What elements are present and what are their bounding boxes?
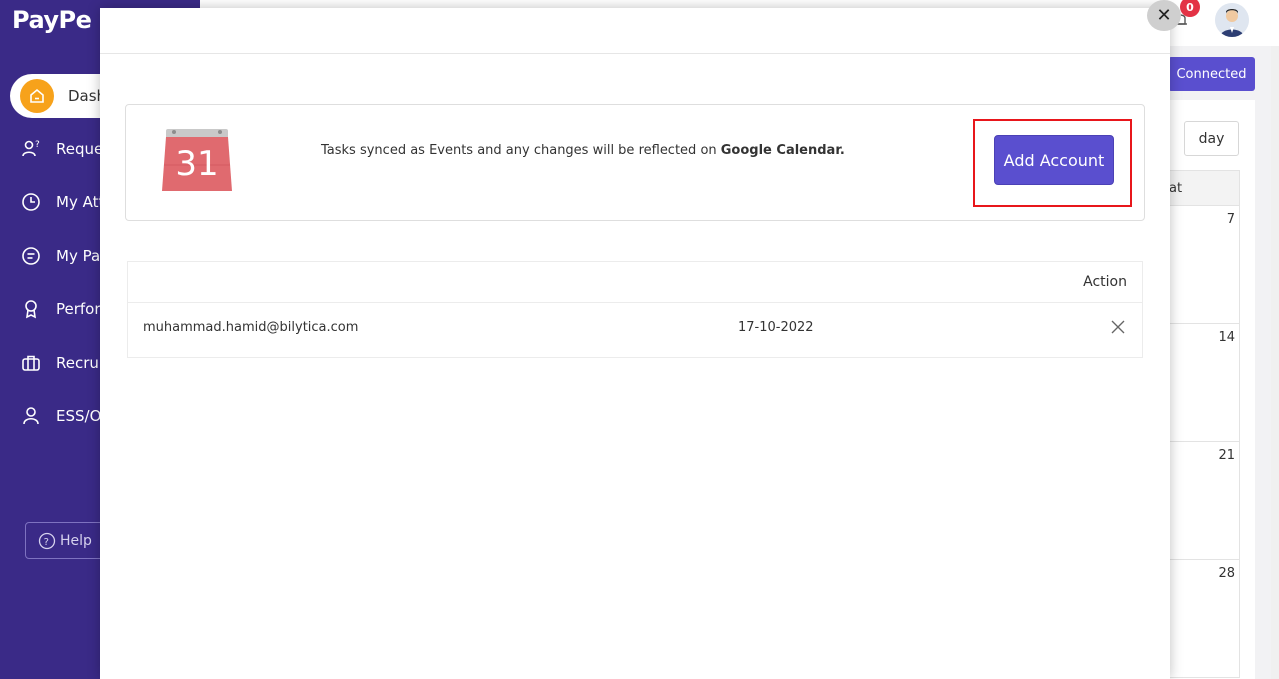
sync-description: Tasks synced as Events and any changes w… xyxy=(321,143,845,158)
sync-description-text: Tasks synced as Events and any changes w… xyxy=(321,143,721,158)
sidebar-item-label: Reque xyxy=(56,140,104,158)
close-icon: ✕ xyxy=(1156,5,1172,26)
calendar-column-header: at xyxy=(1160,170,1240,206)
sync-card: 31 Tasks synced as Events and any change… xyxy=(125,104,1145,221)
help-icon: ? xyxy=(38,532,56,550)
award-icon xyxy=(20,298,42,320)
calendar-sync-modal: 31 Tasks synced as Events and any change… xyxy=(100,8,1170,679)
document-icon xyxy=(20,245,42,267)
table-row: muhammad.hamid@bilytica.com 17-10-2022 xyxy=(128,303,1142,358)
action-column-header: Action xyxy=(1083,274,1127,290)
app-logo[interactable]: PayPe xyxy=(12,6,92,34)
briefcase-icon xyxy=(20,352,42,374)
user-question-icon: ? xyxy=(20,138,42,160)
connected-button[interactable]: Connected xyxy=(1168,57,1255,91)
add-account-button[interactable]: Add Account xyxy=(994,135,1114,185)
sync-description-target: Google Calendar. xyxy=(720,143,845,158)
help-label: Help xyxy=(60,532,92,549)
home-icon xyxy=(20,79,54,113)
svg-text:?: ? xyxy=(35,140,40,150)
modal-header-divider xyxy=(100,53,1170,54)
svg-text:?: ? xyxy=(44,537,49,548)
close-modal-button[interactable]: ✕ xyxy=(1147,0,1181,31)
account-date: 17-10-2022 xyxy=(738,320,814,335)
sidebar-item-label: ESS/O xyxy=(56,407,102,425)
calendar-day-cell[interactable]: 14 xyxy=(1160,324,1240,442)
account-email: muhammad.hamid@bilytica.com xyxy=(143,320,359,335)
accounts-table-header: Action xyxy=(128,262,1142,303)
page-scrollbar[interactable] xyxy=(1271,46,1279,679)
sidebar-item-label: Recrui xyxy=(56,354,104,372)
google-calendar-icon: 31 xyxy=(162,127,232,193)
sidebar-item-label: My Pa xyxy=(56,247,101,265)
calendar-day-cell[interactable]: 28 xyxy=(1160,560,1240,678)
view-day-button[interactable]: day xyxy=(1184,121,1239,156)
user-icon xyxy=(20,405,42,427)
calendar-day-cell[interactable]: 21 xyxy=(1160,442,1240,560)
accounts-table: Action muhammad.hamid@bilytica.com 17-10… xyxy=(127,261,1143,358)
remove-account-icon[interactable] xyxy=(1110,319,1126,335)
sidebar-item-label: Perfor xyxy=(56,300,101,318)
sidebar-item-label: My Att xyxy=(56,193,105,211)
clock-icon xyxy=(20,191,42,213)
calendar-icon-day: 31 xyxy=(175,144,218,184)
user-avatar[interactable] xyxy=(1215,3,1249,37)
calendar-day-cell[interactable]: 7 xyxy=(1160,206,1240,324)
